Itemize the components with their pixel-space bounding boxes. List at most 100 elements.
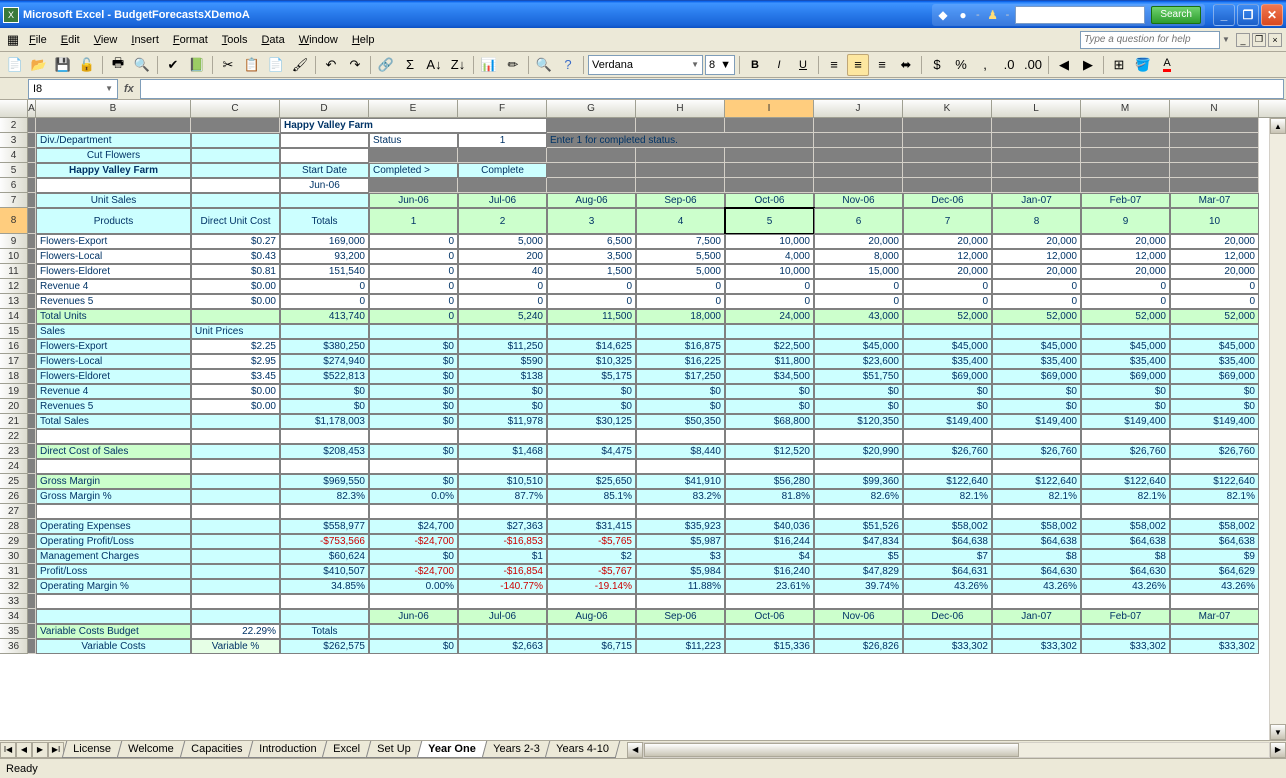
cell[interactable]: $410,507 bbox=[280, 564, 369, 579]
cell[interactable]: $35,400 bbox=[992, 354, 1081, 369]
cell[interactable]: $558,977 bbox=[280, 519, 369, 534]
row-header-16[interactable]: 16 bbox=[0, 339, 28, 354]
cell[interactable]: 7,500 bbox=[636, 234, 725, 249]
cell[interactable] bbox=[191, 429, 280, 444]
cell[interactable]: $69,000 bbox=[903, 369, 992, 384]
cell[interactable]: 0 bbox=[1170, 279, 1259, 294]
cell[interactable] bbox=[28, 429, 36, 444]
cell[interactable]: -$5,767 bbox=[547, 564, 636, 579]
cell[interactable]: $120,350 bbox=[814, 414, 903, 429]
tab-next-button[interactable]: ▶ bbox=[32, 742, 48, 758]
cell[interactable]: $22,500 bbox=[725, 339, 814, 354]
cell[interactable]: $0 bbox=[369, 474, 458, 489]
cell[interactable]: 0 bbox=[280, 279, 369, 294]
menu-insert[interactable]: Insert bbox=[124, 31, 166, 49]
cell[interactable] bbox=[992, 459, 1081, 474]
cell[interactable]: $26,760 bbox=[1170, 444, 1259, 459]
row-header-7[interactable]: 7 bbox=[0, 193, 28, 208]
cell[interactable]: 52,000 bbox=[1081, 309, 1170, 324]
cell[interactable]: Revenues 5 bbox=[36, 294, 191, 309]
cell[interactable]: $0 bbox=[369, 549, 458, 564]
cell[interactable]: 0 bbox=[1081, 279, 1170, 294]
cell[interactable] bbox=[1081, 148, 1170, 163]
cell[interactable]: Dec-06 bbox=[903, 193, 992, 208]
cell[interactable]: $0 bbox=[369, 354, 458, 369]
cell[interactable] bbox=[28, 624, 36, 639]
cell[interactable]: 20,000 bbox=[1081, 234, 1170, 249]
row-header-4[interactable]: 4 bbox=[0, 148, 28, 163]
cell[interactable]: Nov-06 bbox=[814, 193, 903, 208]
cell[interactable]: $35,400 bbox=[1170, 354, 1259, 369]
col-header-C[interactable]: C bbox=[191, 100, 280, 117]
cell[interactable] bbox=[636, 148, 725, 163]
cell[interactable]: 0.0% bbox=[369, 489, 458, 504]
cell[interactable]: $16,244 bbox=[725, 534, 814, 549]
cell[interactable]: -$24,700 bbox=[369, 534, 458, 549]
cell[interactable]: 43.26% bbox=[903, 579, 992, 594]
cut-icon[interactable]: ✂ bbox=[217, 54, 239, 76]
cell[interactable]: $17,250 bbox=[636, 369, 725, 384]
cell[interactable]: $64,638 bbox=[992, 534, 1081, 549]
cell[interactable] bbox=[1170, 429, 1259, 444]
cell[interactable] bbox=[280, 148, 369, 163]
cell[interactable]: 24,000 bbox=[725, 309, 814, 324]
row-header-27[interactable]: 27 bbox=[0, 504, 28, 519]
cell[interactable]: 4,000 bbox=[725, 249, 814, 264]
cell[interactable]: $0 bbox=[458, 384, 547, 399]
cell[interactable]: $0 bbox=[547, 399, 636, 414]
cell[interactable] bbox=[28, 399, 36, 414]
cell[interactable]: Operating Margin % bbox=[36, 579, 191, 594]
cell[interactable] bbox=[28, 564, 36, 579]
cell[interactable]: 43,000 bbox=[814, 309, 903, 324]
cell[interactable]: $0 bbox=[636, 399, 725, 414]
col-header-H[interactable]: H bbox=[636, 100, 725, 117]
cell[interactable]: Div./Department bbox=[36, 133, 191, 148]
cell[interactable]: Revenue 4 bbox=[36, 279, 191, 294]
cell[interactable]: 413,740 bbox=[280, 309, 369, 324]
cell[interactable]: 0 bbox=[814, 279, 903, 294]
paste-icon[interactable]: 📄 bbox=[265, 54, 287, 76]
cell[interactable]: 34.85% bbox=[280, 579, 369, 594]
cell[interactable] bbox=[547, 118, 636, 133]
cell[interactable]: $33,302 bbox=[1170, 639, 1259, 654]
cell[interactable] bbox=[458, 504, 547, 519]
cell[interactable]: $274,940 bbox=[280, 354, 369, 369]
sheet-tab-introduction[interactable]: Introduction bbox=[248, 741, 328, 758]
cell[interactable]: $26,826 bbox=[814, 639, 903, 654]
cell[interactable]: $2,663 bbox=[458, 639, 547, 654]
decrease-indent-icon[interactable]: ◀ bbox=[1053, 54, 1075, 76]
row-header-31[interactable]: 31 bbox=[0, 564, 28, 579]
cell[interactable] bbox=[547, 594, 636, 609]
cell[interactable]: 0 bbox=[1081, 294, 1170, 309]
sheet-tab-welcome[interactable]: Welcome bbox=[117, 741, 185, 758]
cell[interactable]: 7 bbox=[903, 208, 992, 234]
cell[interactable] bbox=[725, 624, 814, 639]
cell[interactable] bbox=[369, 624, 458, 639]
cell[interactable] bbox=[547, 624, 636, 639]
borders-icon[interactable]: ⊞ bbox=[1108, 54, 1130, 76]
cell[interactable] bbox=[191, 504, 280, 519]
cell[interactable] bbox=[28, 133, 36, 148]
cell[interactable] bbox=[191, 594, 280, 609]
increase-indent-icon[interactable]: ▶ bbox=[1077, 54, 1099, 76]
cell[interactable]: $122,640 bbox=[992, 474, 1081, 489]
fx-icon[interactable]: fx bbox=[124, 83, 134, 95]
menu-data[interactable]: Data bbox=[254, 31, 291, 49]
cell[interactable]: $0 bbox=[369, 384, 458, 399]
cell[interactable]: $35,400 bbox=[1081, 354, 1170, 369]
cell[interactable] bbox=[814, 324, 903, 339]
cell[interactable] bbox=[280, 609, 369, 624]
cell[interactable]: $0 bbox=[814, 384, 903, 399]
cell[interactable] bbox=[28, 324, 36, 339]
cell[interactable] bbox=[903, 459, 992, 474]
cell[interactable] bbox=[369, 429, 458, 444]
cell[interactable]: -$16,854 bbox=[458, 564, 547, 579]
cell[interactable]: $64,631 bbox=[903, 564, 992, 579]
cell[interactable]: 12,000 bbox=[992, 249, 1081, 264]
cell[interactable] bbox=[814, 624, 903, 639]
cell[interactable] bbox=[1170, 148, 1259, 163]
doc-close-button[interactable]: × bbox=[1268, 33, 1282, 47]
cell[interactable] bbox=[1081, 178, 1170, 193]
row-header-33[interactable]: 33 bbox=[0, 594, 28, 609]
row-header-20[interactable]: 20 bbox=[0, 399, 28, 414]
